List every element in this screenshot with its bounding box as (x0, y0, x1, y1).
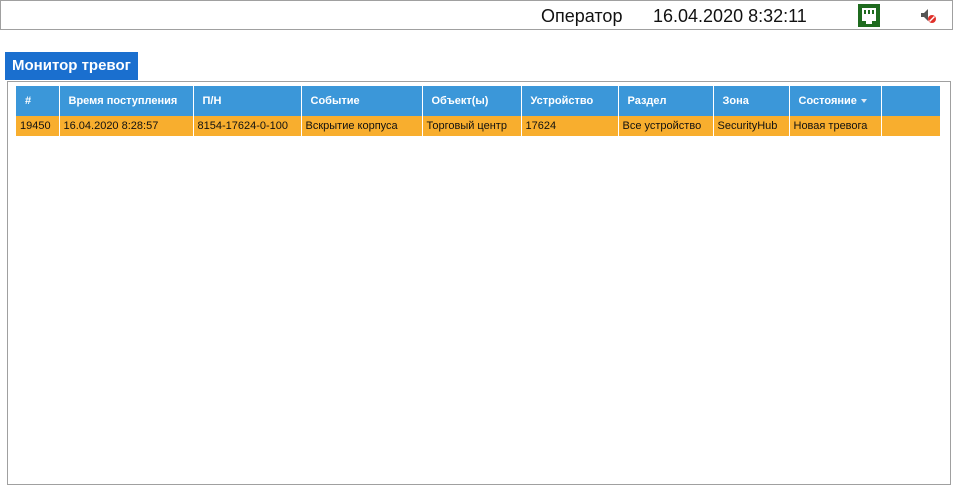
column-header-event[interactable]: Событие (301, 86, 423, 116)
cell-state: Новая тревога (789, 116, 882, 136)
cell-extra (881, 116, 941, 136)
cell-pn: 8154-17624-0-100 (193, 116, 302, 136)
table-header-row: # Время поступления П/Н Событие Объект(ы… (16, 86, 941, 116)
current-datetime: 16.04.2020 8:32:11 (653, 6, 807, 26)
column-header-extra (881, 86, 941, 116)
tab-alarm-monitor[interactable]: Монитор тревог (5, 52, 138, 80)
alarm-table: # Время поступления П/Н Событие Объект(ы… (16, 86, 941, 136)
column-header-zone[interactable]: Зона (713, 86, 790, 116)
cell-zone: SecurityHub (713, 116, 790, 136)
cell-received-time: 16.04.2020 8:28:57 (59, 116, 194, 136)
alarm-monitor-panel: # Время поступления П/Н Событие Объект(ы… (7, 81, 951, 485)
table-row[interactable]: 19450 16.04.2020 8:28:57 8154-17624-0-10… (16, 116, 941, 136)
column-header-number[interactable]: # (16, 86, 60, 116)
network-status-icon[interactable] (858, 4, 880, 27)
cell-section: Все устройство (618, 116, 714, 136)
cell-objects: Торговый центр (422, 116, 522, 136)
sound-muted-icon[interactable] (919, 8, 937, 24)
sort-descending-icon (860, 99, 867, 104)
column-header-objects[interactable]: Объект(ы) (422, 86, 522, 116)
operator-label: Оператор (541, 6, 623, 26)
column-header-device[interactable]: Устройство (521, 86, 619, 116)
cell-number: 19450 (16, 116, 60, 136)
column-header-state-label: Состояние (798, 95, 857, 107)
cell-device: 17624 (521, 116, 619, 136)
column-header-received-time[interactable]: Время поступления (59, 86, 194, 116)
cell-event: Вскрытие корпуса (301, 116, 423, 136)
top-bar: Оператор 16.04.2020 8:32:11 (0, 0, 953, 30)
column-header-section[interactable]: Раздел (618, 86, 714, 116)
column-header-state[interactable]: Состояние (789, 86, 882, 116)
column-header-pn[interactable]: П/Н (193, 86, 302, 116)
